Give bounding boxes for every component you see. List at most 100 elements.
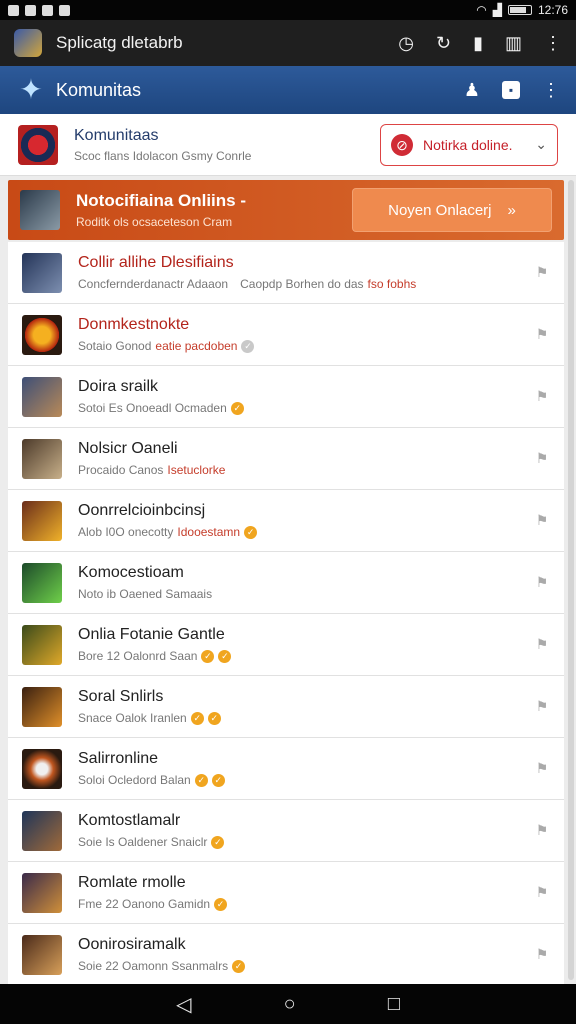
list-item[interactable]: Doira srailk Sotoi Es Onoeadl Ocmaden ✓ ⚑	[8, 366, 564, 428]
list-item-thumbnail	[22, 810, 62, 851]
list-item-highlight: Isetuclorke	[167, 463, 226, 477]
list-item[interactable]: Nolsicr Oaneli Procaido Canos Isetuclorke ⚑	[8, 428, 564, 490]
square-icon[interactable]: ▪	[502, 81, 520, 99]
notification-icon	[42, 4, 53, 16]
pin-icon[interactable]: ⚑	[534, 760, 550, 777]
app-logo	[14, 29, 42, 57]
list-item-thumbnail	[22, 252, 62, 293]
more-vert-icon[interactable]: ⋮	[542, 80, 560, 101]
list-item-meta: Procaido Canos	[78, 463, 164, 477]
list-item-subtitle: Procaido Canos Isetuclorke	[78, 463, 534, 477]
verified-badge-icon: ✓	[211, 835, 225, 849]
pin-icon[interactable]: ⚑	[534, 884, 550, 901]
pin-icon[interactable]: ⚑	[534, 574, 550, 591]
scrollbar[interactable]	[568, 180, 574, 980]
list-item-meta: Soie Is Oaldener Snaiclr	[78, 835, 208, 849]
user-icon[interactable]: ♟	[464, 80, 480, 101]
list-item[interactable]: Salirronline Soloi Ocledord Balan ✓ ✓ ⚑	[8, 738, 564, 800]
banner-action-button[interactable]: Noyen Onlacerj »	[352, 188, 552, 232]
banner-title: Notocifiaina Onliins -	[76, 191, 247, 210]
list-item-meta: Soloi Ocledord Balan	[78, 773, 191, 787]
pin-icon[interactable]: ⚑	[534, 264, 550, 281]
list-item-subtitle: Soloi Ocledord Balan ✓ ✓	[78, 773, 534, 787]
more-vert-icon[interactable]: ⋮	[544, 33, 562, 54]
list-item-thumbnail	[22, 376, 62, 417]
status-bar: ◠ ▟ 12:76	[0, 0, 576, 20]
list-item[interactable]: Collir allihe Dlesifiains Concfernderdana…	[8, 242, 564, 304]
banner-subtitle: Roditk ols ocsaceteson Cram	[76, 215, 233, 229]
pin-icon[interactable]: ⚑	[534, 822, 550, 839]
list-item-meta: Sotoi Es Onoeadl Ocmaden	[78, 401, 227, 415]
pin-icon[interactable]: ⚑	[534, 450, 550, 467]
pin-icon[interactable]: ⚑	[534, 512, 550, 529]
app-bar: Splicatg dletabrb ◷ ↻ ▮ ▥ ⋮	[0, 20, 576, 66]
list-item-meta: Alob I0O onecotty	[78, 525, 174, 539]
verified-badge-icon: ✓	[214, 897, 228, 911]
list-item[interactable]: Onlia Fotanie Gantle Bore 12 Oalonrd Saan…	[8, 614, 564, 676]
battery-icon	[507, 5, 532, 15]
list-item-meta: Noto ib Oaened Samaais	[78, 587, 213, 601]
list-item-title: Nolsicr Oaneli	[78, 440, 178, 457]
list-item-meta: Snace Oalok Iranlen	[78, 711, 187, 725]
pin-icon[interactable]: ⚑	[534, 698, 550, 715]
history-icon[interactable]: ◷	[398, 33, 414, 54]
notification-icon	[25, 4, 36, 16]
list-item-thumbnail	[22, 314, 62, 355]
verified-badge-icon: ✓	[211, 773, 225, 787]
pin-icon[interactable]: ⚑	[534, 946, 550, 963]
community-subtitle: Scoc flans Idolacon Gsmy Conrle	[74, 148, 252, 163]
back-icon[interactable]: ◁	[176, 992, 191, 1017]
list-item[interactable]: Komocestioam Noto ib Oaened Samaais ⚑	[8, 552, 564, 614]
list-item-thumbnail	[22, 500, 62, 541]
list-item[interactable]: Soral Snlirls Snace Oalok Iranlen ✓ ✓ ⚑	[8, 676, 564, 738]
list-item-thumbnail	[22, 872, 62, 913]
list-item-title: Oonirosiramalk	[78, 936, 186, 953]
list-item-meta: Soie 22 Oamonn Ssanmalrs	[78, 959, 229, 973]
notification-icon	[8, 4, 19, 16]
recents-icon[interactable]: □	[388, 993, 400, 1016]
app-title: Splicatg dletabrb	[56, 33, 183, 52]
window-icon[interactable]: ▥	[505, 33, 522, 54]
verified-badge-icon: ✓	[207, 711, 221, 725]
list-item-meta: Fme 22 Oanono Gamidn	[78, 897, 211, 911]
list-item-extra: Caopdp Borhen do das	[240, 277, 364, 291]
list-item[interactable]: Oonrrelcioinbcinsj Alob I0O onecotty Idooe…	[8, 490, 564, 552]
pin-icon[interactable]: ⚑	[534, 326, 550, 343]
verified-badge-icon: ✓	[218, 649, 232, 663]
section-title: Komunitas	[56, 79, 142, 100]
verified-badge-icon: ✓	[230, 401, 244, 415]
list-item-thumbnail	[22, 562, 62, 603]
list-item-thumbnail	[22, 934, 62, 975]
refresh-icon[interactable]: ↻	[436, 33, 451, 54]
list-item-thumbnail	[22, 748, 62, 789]
list-item-highlight: Idooestamn	[177, 525, 241, 539]
community-avatar	[18, 124, 58, 165]
home-icon[interactable]: ○	[284, 993, 296, 1016]
block-icon: ⊘	[391, 133, 413, 156]
pin-icon[interactable]: ⚑	[534, 388, 550, 405]
notification-icon	[59, 4, 70, 16]
community-header: Komunitaas Scoc flans Idolacon Gsmy Conr…	[0, 114, 576, 176]
list-item-subtitle: Sotoi Es Onoeadl Ocmaden ✓	[78, 401, 534, 415]
list-item[interactable]: Romlate rmolle Fme 22 Oanono Gamidn ✓ ⚑	[8, 862, 564, 924]
list-item[interactable]: Komtostlamalr Soie Is Oaldener Snaiclr ✓ ⚑	[8, 800, 564, 862]
double-chevron-icon: »	[507, 201, 516, 219]
pin-icon[interactable]: ⚑	[534, 636, 550, 653]
community-list: Collir allihe Dlesifiains Concfernderdana…	[8, 242, 564, 986]
status-dropdown[interactable]: ⊘ Notirka doline. ⌄	[380, 123, 558, 166]
verified-badge-icon: ✓	[194, 773, 208, 787]
featured-banner[interactable]: Notocifiaina Onliins - Roditk ols ocsace…	[8, 180, 564, 240]
bookmark-icon[interactable]: ▮	[473, 33, 483, 54]
list-item-highlight: eatie pacdoben	[155, 339, 238, 353]
list-item-subtitle: Alob I0O onecotty Idooestamn ✓	[78, 525, 534, 539]
list-item[interactable]: Donmkestnokte Sotaio Gonod eatie pacdoben ✓…	[8, 304, 564, 366]
verified-badge-icon: ✓	[241, 339, 255, 353]
banner-action-label: Noyen Onlacerj	[388, 201, 492, 219]
section-bar: ✦ Komunitas ♟ ▪ ⋮	[0, 66, 576, 114]
list-item[interactable]: Oonirosiramalk Soie 22 Oamonn Ssanmalrs ✓ ⚑	[8, 924, 564, 986]
list-item-title: Komocestioam	[78, 564, 184, 581]
list-item-subtitle: Concfernderdanactr Adaaon Caopdp Borhen d…	[78, 277, 534, 291]
list-item-title: Onlia Fotanie Gantle	[78, 626, 225, 643]
list-item-thumbnail	[22, 686, 62, 727]
list-item-title: Donmkestnokte	[78, 316, 190, 333]
